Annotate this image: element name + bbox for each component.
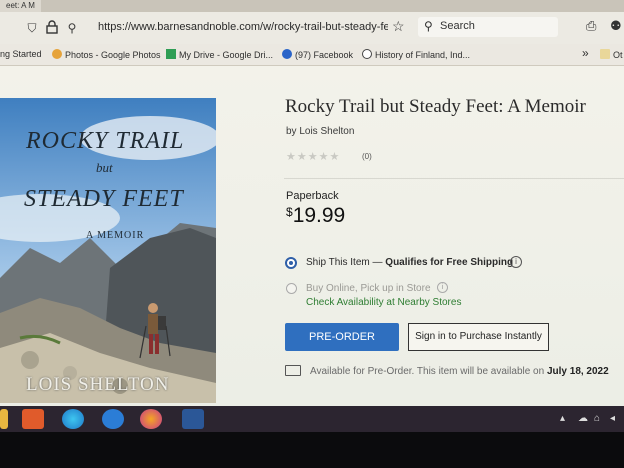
tray-up-arrow-icon[interactable]: ▴ <box>560 413 565 424</box>
cover-title-line1: ROCKY TRAIL <box>26 128 185 154</box>
bookmark-star-icon[interactable]: ☆ <box>392 18 405 35</box>
pickup-in-store-label[interactable]: Buy Online, Pick up in Store <box>306 283 431 294</box>
globe-icon <box>362 49 372 59</box>
bookmark-getting-started[interactable]: ng Started <box>0 49 42 59</box>
ship-this-item-label[interactable]: Ship This Item — Qualifies for Free Ship… <box>306 257 513 268</box>
monitor-bezel <box>0 432 624 468</box>
shipping-info-icon[interactable]: i <box>510 256 522 268</box>
price: $19.99 <box>286 204 345 228</box>
windows-taskbar: ▴ ☁ ⌂ ◂ <box>0 406 624 432</box>
account-icon[interactable]: ⚉ <box>610 18 622 34</box>
volume-icon[interactable]: ◂ <box>610 413 615 424</box>
check-availability-link[interactable]: Check Availability at Nearby Stores <box>306 297 461 308</box>
pre-order-button[interactable]: PRE-ORDER <box>285 323 399 351</box>
rating-stars[interactable]: ★★★★★ <box>286 150 340 163</box>
tab-title: eet: A M <box>6 1 35 10</box>
folder-icon <box>600 49 610 59</box>
bookmark-google-drive[interactable]: My Drive - Google Dri... <box>166 49 273 60</box>
sign-in-to-purchase-button[interactable]: Sign in to Purchase Instantly <box>408 323 549 351</box>
permissions-icon[interactable]: ⚲ <box>64 20 80 36</box>
drive-icon <box>166 49 176 59</box>
pickup-info-icon[interactable]: i <box>437 282 448 293</box>
onedrive-icon[interactable]: ☁ <box>578 413 588 424</box>
bookmark-google-photos[interactable]: Photos - Google Photos <box>52 49 161 60</box>
shield-icon[interactable]: ⛉ <box>24 20 40 36</box>
product-page: ROCKY TRAIL but STEADY FEET A MEMOIR LOI… <box>0 66 624 406</box>
review-count[interactable]: (0) <box>362 152 372 161</box>
browser-tab[interactable]: eet: A M <box>0 0 41 12</box>
cover-title-line2: STEADY FEET <box>24 186 184 212</box>
firefox-icon[interactable] <box>140 409 162 429</box>
cover-subtitle: A MEMOIR <box>86 230 145 241</box>
search-placeholder: Search <box>440 20 475 32</box>
other-bookmarks[interactable]: Ot <box>600 49 623 60</box>
bookmark-facebook[interactable]: (97) Facebook <box>282 49 353 60</box>
free-shipping-text: Qualifies for Free Shipping <box>385 257 514 268</box>
word-icon[interactable] <box>182 409 204 429</box>
product-title: Rocky Trail but Steady Feet: A Memoir <box>285 96 586 117</box>
photos-icon <box>52 49 62 59</box>
book-cover-image[interactable]: ROCKY TRAIL but STEADY FEET A MEMOIR LOI… <box>0 98 216 403</box>
pickup-in-store-radio[interactable] <box>286 283 297 294</box>
lock-icon[interactable] <box>44 20 60 36</box>
url-field[interactable]: https://www.barnesandnoble.com/w/rocky-t… <box>90 18 410 38</box>
price-currency: $ <box>286 205 293 219</box>
url-text: https://www.barnesandnoble.com/w/rocky-t… <box>98 21 388 33</box>
bookmark-history-finland[interactable]: History of Finland, Ind... <box>362 49 470 60</box>
delivery-truck-icon <box>285 365 301 376</box>
network-icon[interactable]: ⌂ <box>594 413 600 424</box>
search-icon: ⚲ <box>424 19 433 33</box>
facebook-icon <box>282 49 292 59</box>
browser-search-input[interactable]: ⚲ Search <box>418 17 558 37</box>
file-explorer-icon[interactable] <box>0 409 8 429</box>
internet-explorer-icon[interactable] <box>102 409 124 429</box>
ship-this-item-radio[interactable] <box>285 257 297 269</box>
cover-author: LOIS SHELTON <box>26 374 170 395</box>
bookmarks-overflow-button[interactable]: » <box>582 46 589 60</box>
availability-notice: Available for Pre-Order. This item will … <box>310 366 609 377</box>
cover-title-but: but <box>96 160 113 175</box>
edge-icon[interactable] <box>62 409 84 429</box>
divider <box>284 178 624 179</box>
bookmarks-bar: ng Started Photos - Google Photos My Dri… <box>0 44 624 66</box>
price-value: 19.99 <box>292 204 346 227</box>
tab-strip: eet: A M <box>0 0 624 12</box>
author-link[interactable]: by Lois Shelton <box>286 126 354 137</box>
pocket-icon[interactable]: ⎙ <box>586 18 596 34</box>
format-label: Paperback <box>286 190 339 202</box>
media-player-icon[interactable] <box>22 409 44 429</box>
release-date: July 18, 2022 <box>546 366 609 377</box>
